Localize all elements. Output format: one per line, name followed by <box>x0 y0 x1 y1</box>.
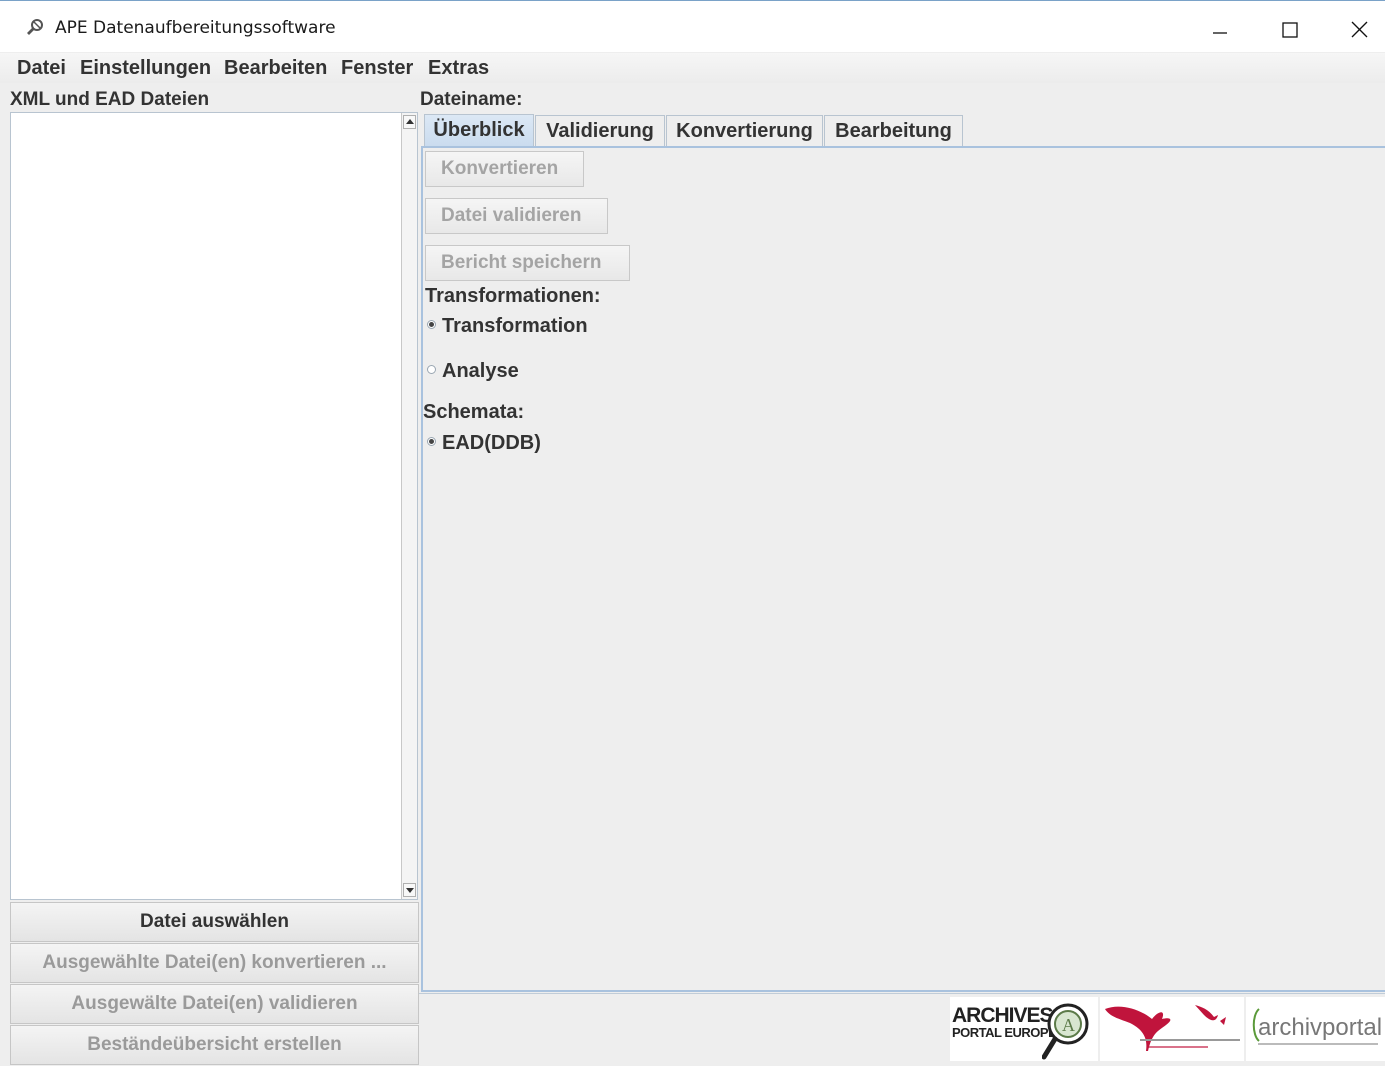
menu-extras[interactable]: Extras <box>428 57 489 80</box>
radio-transformation[interactable]: Transformation <box>427 315 588 338</box>
save-report-button[interactable]: Bericht speichern <box>425 245 630 281</box>
window-title: APE Datenaufbereitungssoftware <box>55 18 336 38</box>
tab-validierung[interactable]: Validierung <box>535 115 665 147</box>
transformations-label: Transformationen: <box>425 285 601 307</box>
archivportal-logo: archivportal <box>1246 997 1385 1061</box>
select-file-button[interactable]: Datei auswählen <box>10 902 419 942</box>
file-list-title: XML und EAD Dateien <box>10 89 210 110</box>
scroll-down-icon[interactable] <box>403 883 416 897</box>
radio-ead-ddb[interactable]: EAD(DDB) <box>427 432 541 455</box>
maximize-icon[interactable] <box>1266 11 1312 47</box>
menu-fenster[interactable]: Fenster <box>341 57 413 80</box>
menu-datei[interactable]: Datei <box>17 57 66 80</box>
radio-analyse[interactable]: Analyse <box>427 360 519 383</box>
magnifier-icon: A <box>1042 1003 1089 1060</box>
ape-logo-line2: PORTAL EUROPE <box>952 1025 1057 1040</box>
radio-unchecked-icon <box>427 365 436 374</box>
convert-selected-button[interactable]: Ausgewählte Datei(en) konvertieren ... <box>10 943 419 983</box>
app-icon <box>27 19 43 35</box>
title-bar: APE Datenaufbereitungssoftware <box>0 0 1385 52</box>
radio-transformation-label: Transformation <box>442 315 588 337</box>
radio-checked-icon <box>427 437 436 446</box>
validate-file-button[interactable]: Datei validieren <box>425 198 608 234</box>
scroll-up-icon[interactable] <box>403 115 416 129</box>
ddb-logo <box>1100 997 1244 1061</box>
file-list[interactable] <box>10 112 418 900</box>
ddb-logo-graphic <box>1105 1005 1240 1051</box>
close-icon[interactable] <box>1336 11 1382 47</box>
radio-analyse-label: Analyse <box>442 360 519 382</box>
convert-button[interactable]: Konvertieren <box>425 151 584 187</box>
filename-label: Dateiname: <box>420 89 523 110</box>
archives-portal-europe-logo: ARCHIVES PORTAL EUROPE A <box>950 997 1098 1061</box>
menu-bar: Datei Einstellungen Bearbeiten Fenster E… <box>0 53 1385 83</box>
svg-text:A: A <box>1062 1015 1075 1035</box>
tab-bearbeitung[interactable]: Bearbeitung <box>824 115 963 147</box>
radio-checked-icon <box>427 320 436 329</box>
tab-ueberblick[interactable]: Überblick <box>424 114 534 148</box>
archivportal-text: archivportal <box>1258 1014 1383 1041</box>
validate-selected-button[interactable]: Ausgewälte Datei(en) validieren <box>10 984 419 1024</box>
file-list-scrollbar[interactable] <box>401 113 417 899</box>
create-holdings-overview-button[interactable]: Beständeübersicht erstellen <box>10 1025 419 1065</box>
schemata-label: Schemata: <box>423 401 525 423</box>
menu-bearbeiten[interactable]: Bearbeiten <box>224 57 327 80</box>
menu-einstellungen[interactable]: Einstellungen <box>80 57 211 80</box>
minimize-icon[interactable] <box>1196 11 1242 47</box>
tab-konvertierung[interactable]: Konvertierung <box>666 115 823 147</box>
overview-panel: Konvertieren Datei validieren Bericht sp… <box>421 146 1385 992</box>
radio-ead-ddb-label: EAD(DDB) <box>442 432 541 454</box>
archivportal-subline <box>1258 1043 1378 1045</box>
